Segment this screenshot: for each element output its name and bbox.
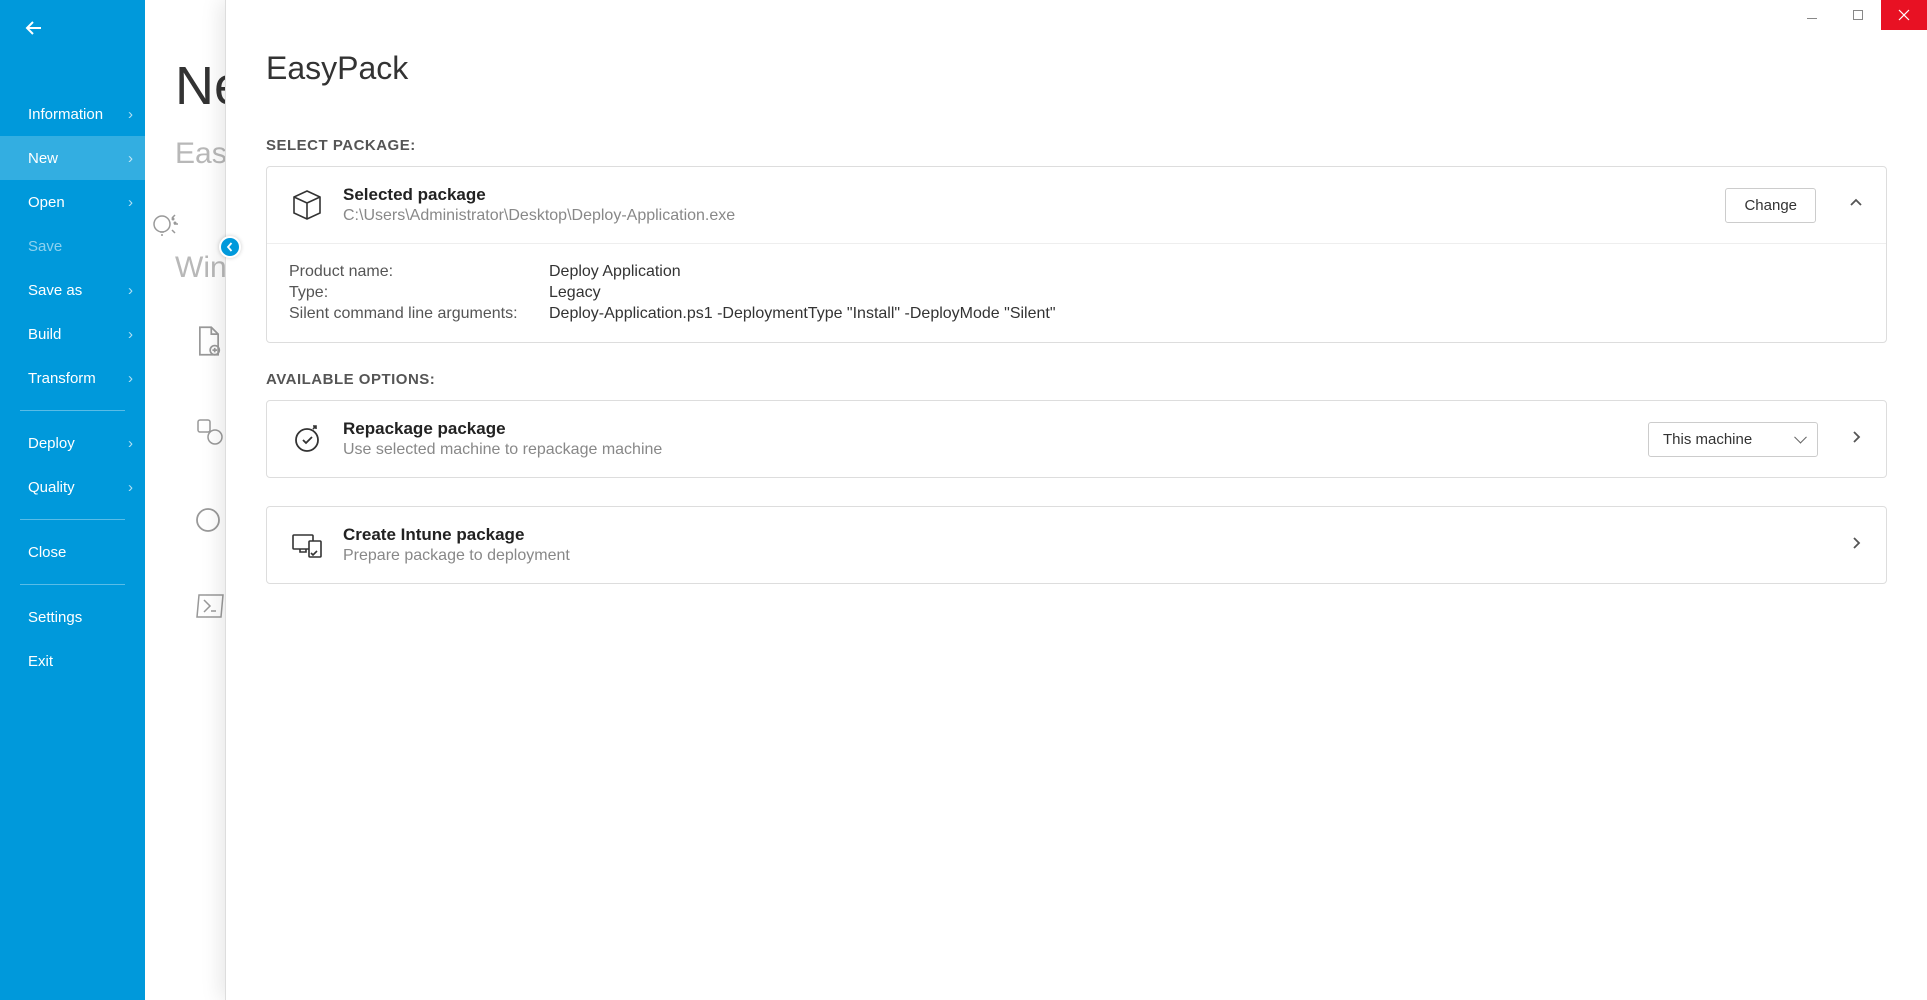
sidebar-item-information[interactable]: Information › bbox=[0, 92, 145, 136]
sidebar-item-label: Information bbox=[28, 106, 103, 123]
back-button[interactable] bbox=[0, 0, 145, 56]
panel-title: EasyPack bbox=[266, 50, 1887, 87]
product-name-value: Deploy Application bbox=[549, 263, 1864, 281]
product-name-label: Product name: bbox=[289, 263, 549, 281]
selected-package-title: Selected package bbox=[343, 185, 1707, 205]
sidebar-item-label: Save bbox=[28, 238, 62, 255]
sidebar-item-save-as[interactable]: Save as › bbox=[0, 268, 145, 312]
intune-option-card[interactable]: Create Intune package Prepare package to… bbox=[266, 506, 1887, 584]
package-icon bbox=[289, 187, 325, 223]
collapse-overlay-button[interactable] bbox=[219, 236, 241, 258]
shapes-icon bbox=[195, 417, 225, 447]
arrow-left-icon bbox=[22, 16, 46, 40]
args-label: Silent command line arguments: bbox=[289, 305, 549, 323]
args-value: Deploy-Application.ps1 -DeploymentType "… bbox=[549, 305, 1864, 323]
close-icon bbox=[1898, 9, 1910, 21]
repackage-icon bbox=[289, 421, 325, 457]
background-icon-strip bbox=[145, 200, 185, 250]
minimize-icon bbox=[1806, 9, 1818, 21]
chevron-right-icon: › bbox=[128, 370, 133, 387]
collapse-card-toggle[interactable] bbox=[1848, 195, 1864, 216]
sidebar-item-label: Save as bbox=[28, 282, 82, 299]
section-available-options-label: AVAILABLE OPTIONS: bbox=[266, 371, 1887, 388]
divider bbox=[20, 410, 125, 411]
repackage-subtitle: Use selected machine to repackage machin… bbox=[343, 441, 1630, 459]
type-value: Legacy bbox=[549, 284, 1864, 302]
sidebar-item-settings[interactable]: Settings bbox=[0, 595, 145, 639]
chevron-right-icon: › bbox=[128, 479, 133, 496]
chevron-right-icon: › bbox=[128, 282, 133, 299]
go-repackage-button[interactable] bbox=[1850, 430, 1864, 449]
sidebar-menu: Information › New › Open › Save Save as › Bu… bbox=[0, 56, 145, 683]
sidebar-item-deploy[interactable]: Deploy › bbox=[0, 421, 145, 465]
minimize-button[interactable] bbox=[1789, 0, 1835, 30]
sidebar-item-label: Exit bbox=[28, 653, 53, 670]
divider bbox=[20, 519, 125, 520]
sidebar-item-label: Quality bbox=[28, 479, 75, 496]
divider bbox=[20, 584, 125, 585]
chevron-right-icon: › bbox=[128, 106, 133, 123]
sidebar-item-open[interactable]: Open › bbox=[0, 180, 145, 224]
sidebar-item-label: New bbox=[28, 150, 58, 167]
lightbulb-icon bbox=[150, 210, 180, 240]
repackage-option-card[interactable]: Repackage package Use selected machine t… bbox=[266, 400, 1887, 478]
intune-title: Create Intune package bbox=[343, 525, 1818, 545]
chevron-right-icon: › bbox=[128, 150, 133, 167]
sidebar-item-close[interactable]: Close bbox=[0, 530, 145, 574]
sidebar-item-label: Settings bbox=[28, 609, 82, 626]
section-select-package-label: SELECT PACKAGE: bbox=[266, 137, 1887, 154]
selected-package-details: Product name:Deploy Application Type:Leg… bbox=[267, 243, 1886, 342]
circle-icon bbox=[195, 507, 221, 533]
machine-select[interactable]: This machine bbox=[1648, 422, 1818, 457]
maximize-button[interactable] bbox=[1835, 0, 1881, 30]
chevron-right-icon bbox=[1850, 536, 1864, 550]
sidebar-item-save: Save bbox=[0, 224, 145, 268]
go-intune-button[interactable] bbox=[1850, 536, 1864, 555]
sidebar-item-label: Close bbox=[28, 544, 66, 561]
chevron-right-icon bbox=[1850, 430, 1864, 444]
chevron-right-icon: › bbox=[128, 194, 133, 211]
powershell-icon bbox=[195, 593, 225, 619]
sidebar-item-label: Deploy bbox=[28, 435, 75, 452]
repackage-title: Repackage package bbox=[343, 419, 1630, 439]
selected-package-path: C:\Users\Administrator\Desktop\Deploy-Ap… bbox=[343, 207, 1707, 225]
sidebar: Information › New › Open › Save Save as › Bu… bbox=[0, 0, 145, 1000]
main-area: New Easy Win EasyPack SELECT PACKAGE: bbox=[145, 0, 1927, 1000]
change-button[interactable]: Change bbox=[1725, 188, 1816, 223]
machine-select-value: This machine bbox=[1663, 431, 1752, 448]
chevron-right-icon: › bbox=[128, 326, 133, 343]
sidebar-item-label: Transform bbox=[28, 370, 96, 387]
easypack-panel: EasyPack SELECT PACKAGE: Selected packag… bbox=[225, 0, 1927, 1000]
sidebar-item-exit[interactable]: Exit bbox=[0, 639, 145, 683]
type-label: Type: bbox=[289, 284, 549, 302]
sidebar-item-label: Build bbox=[28, 326, 61, 343]
document-add-icon bbox=[195, 325, 223, 357]
close-window-button[interactable] bbox=[1881, 0, 1927, 30]
selected-package-card: Selected package C:\Users\Administrator\… bbox=[266, 166, 1887, 343]
sidebar-item-new[interactable]: New › bbox=[0, 136, 145, 180]
chevron-left-icon bbox=[225, 242, 235, 252]
intune-icon bbox=[289, 527, 325, 563]
chevron-right-icon: › bbox=[128, 435, 133, 452]
chevron-up-icon bbox=[1848, 195, 1864, 211]
window-controls bbox=[1789, 0, 1927, 30]
maximize-icon bbox=[1852, 9, 1864, 21]
sidebar-item-label: Open bbox=[28, 194, 65, 211]
sidebar-item-transform[interactable]: Transform › bbox=[0, 356, 145, 400]
intune-subtitle: Prepare package to deployment bbox=[343, 547, 1818, 565]
sidebar-item-build[interactable]: Build › bbox=[0, 312, 145, 356]
sidebar-item-quality[interactable]: Quality › bbox=[0, 465, 145, 509]
